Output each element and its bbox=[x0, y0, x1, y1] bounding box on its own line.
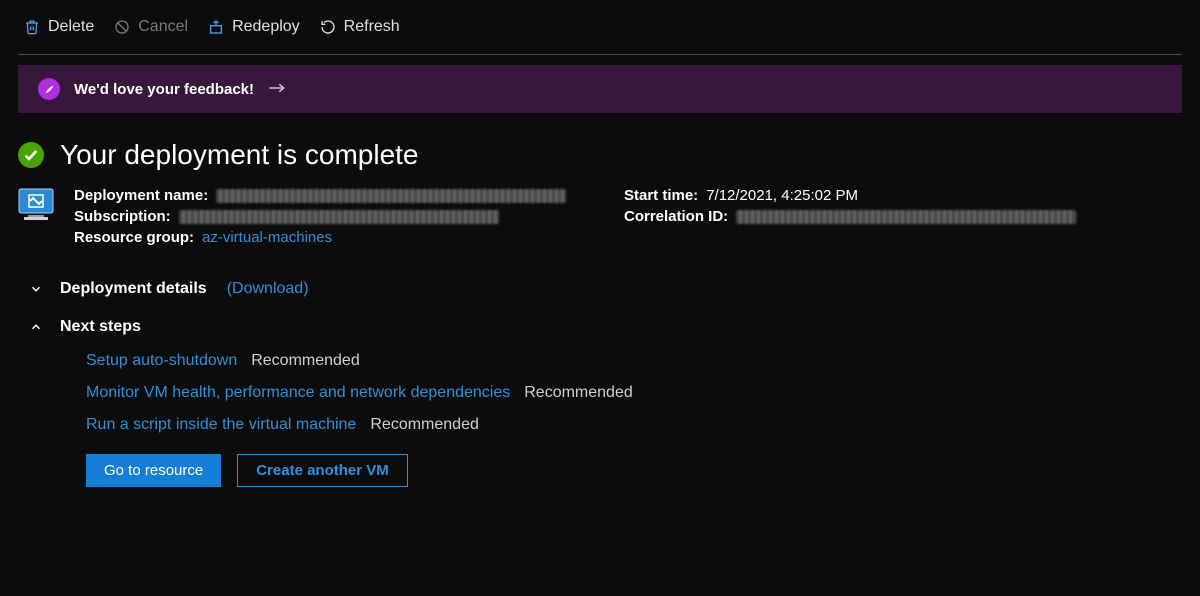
delete-label: Delete bbox=[48, 18, 94, 36]
chevron-down-icon bbox=[26, 282, 46, 296]
expander-zone: Deployment details (Download) Next steps… bbox=[0, 246, 1200, 487]
page-title: Your deployment is complete bbox=[60, 139, 419, 171]
create-another-vm-button[interactable]: Create another VM bbox=[237, 454, 408, 487]
cancel-icon bbox=[114, 19, 130, 35]
heading-row: Your deployment is complete bbox=[0, 131, 1200, 183]
rocket-icon bbox=[38, 78, 60, 100]
row-subscription: Subscription: bbox=[74, 208, 594, 225]
summary-col-left: Deployment name: Subscription: Resource … bbox=[74, 187, 594, 246]
deployment-details-label: Deployment details bbox=[60, 280, 207, 298]
redeploy-button[interactable]: Redeploy bbox=[208, 18, 300, 36]
refresh-label: Refresh bbox=[344, 18, 400, 36]
delete-button[interactable]: Delete bbox=[24, 18, 94, 36]
step-monitor-vm: Monitor VM health, performance and netwo… bbox=[86, 384, 1182, 402]
value-subscription-redacted bbox=[179, 210, 499, 224]
arrow-right-icon bbox=[268, 81, 286, 98]
label-deployment-name: Deployment name: bbox=[74, 187, 208, 204]
badge-monitor-vm: Recommended bbox=[524, 384, 633, 402]
link-auto-shutdown[interactable]: Setup auto-shutdown bbox=[86, 352, 237, 370]
expander-next-steps[interactable]: Next steps bbox=[26, 308, 1182, 346]
badge-run-script: Recommended bbox=[370, 416, 479, 434]
monitor-icon bbox=[18, 187, 54, 224]
redeploy-label: Redeploy bbox=[232, 18, 300, 36]
trash-icon bbox=[24, 19, 40, 35]
step-auto-shutdown: Setup auto-shutdown Recommended bbox=[86, 352, 1182, 370]
value-correlation-id-redacted bbox=[736, 210, 1076, 224]
label-subscription: Subscription: bbox=[74, 208, 171, 225]
download-link[interactable]: (Download) bbox=[227, 280, 309, 298]
cancel-button: Cancel bbox=[114, 18, 188, 36]
summary-col-right: Start time: 7/12/2021, 4:25:02 PM Correl… bbox=[624, 187, 1182, 246]
refresh-icon bbox=[320, 19, 336, 35]
refresh-button[interactable]: Refresh bbox=[320, 18, 400, 36]
go-to-resource-button[interactable]: Go to resource bbox=[86, 454, 221, 487]
link-resource-group[interactable]: az-virtual-machines bbox=[202, 229, 332, 246]
redeploy-icon bbox=[208, 19, 224, 35]
action-buttons: Go to resource Create another VM bbox=[26, 454, 1182, 487]
toolbar-divider bbox=[18, 54, 1182, 55]
step-run-script: Run a script inside the virtual machine … bbox=[86, 416, 1182, 434]
value-start-time: 7/12/2021, 4:25:02 PM bbox=[706, 187, 858, 204]
deployment-summary: Deployment name: Subscription: Resource … bbox=[0, 183, 1200, 246]
summary-columns: Deployment name: Subscription: Resource … bbox=[74, 187, 1182, 246]
row-deployment-name: Deployment name: bbox=[74, 187, 594, 204]
next-steps-label: Next steps bbox=[60, 318, 141, 336]
row-resource-group: Resource group: az-virtual-machines bbox=[74, 229, 594, 246]
label-correlation-id: Correlation ID: bbox=[624, 208, 728, 225]
badge-auto-shutdown: Recommended bbox=[251, 352, 360, 370]
feedback-banner[interactable]: We'd love your feedback! bbox=[18, 65, 1182, 113]
cancel-label: Cancel bbox=[138, 18, 188, 36]
feedback-text: We'd love your feedback! bbox=[74, 81, 254, 98]
chevron-up-icon bbox=[26, 320, 46, 334]
label-start-time: Start time: bbox=[624, 187, 698, 204]
link-run-script[interactable]: Run a script inside the virtual machine bbox=[86, 416, 356, 434]
toolbar: Delete Cancel Redeploy Refresh bbox=[0, 0, 1200, 54]
expander-deployment-details[interactable]: Deployment details (Download) bbox=[26, 270, 1182, 308]
row-correlation-id: Correlation ID: bbox=[624, 208, 1182, 225]
success-check-icon bbox=[18, 142, 44, 168]
row-start-time: Start time: 7/12/2021, 4:25:02 PM bbox=[624, 187, 1182, 204]
link-monitor-vm[interactable]: Monitor VM health, performance and netwo… bbox=[86, 384, 510, 402]
label-resource-group: Resource group: bbox=[74, 229, 194, 246]
next-steps-body: Setup auto-shutdown Recommended Monitor … bbox=[26, 352, 1182, 434]
value-deployment-name-redacted bbox=[216, 189, 566, 203]
